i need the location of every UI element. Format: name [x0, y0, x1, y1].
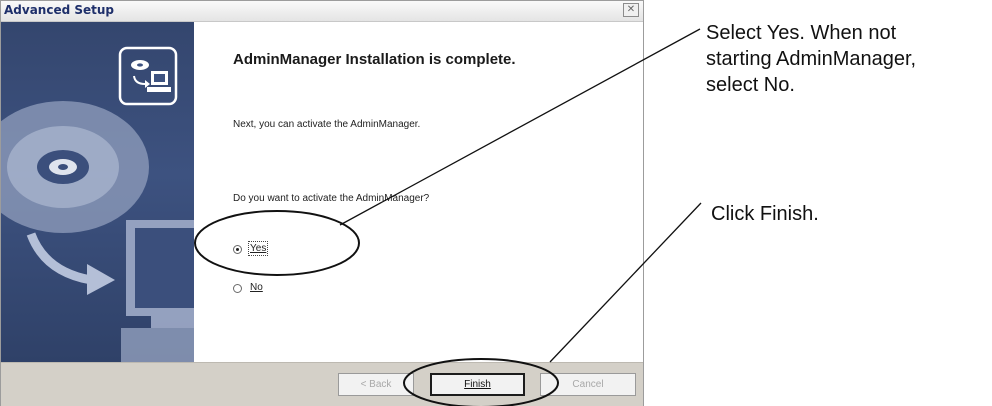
no-radio[interactable]: [233, 284, 242, 293]
window-title: Advanced Setup: [4, 3, 115, 17]
click-finish-callout: Click Finish.: [711, 203, 819, 225]
select-yes-callout: Select Yes. When not starting AdminManag…: [706, 20, 916, 98]
activate-description: Next, you can activate the AdminManager.: [233, 119, 421, 130]
close-icon[interactable]: ✕: [623, 3, 639, 17]
cd-icon: [1, 101, 149, 233]
title-bar[interactable]: Advanced Setup ✕: [1, 1, 643, 22]
cancel-button[interactable]: Cancel: [540, 373, 636, 396]
select-yes-line-1: Select Yes. When not: [706, 22, 897, 44]
monitor-icon: [121, 220, 194, 362]
arrow-icon: [26, 232, 115, 295]
setup-dialog: Advanced Setup ✕ AdminManager Installati…: [0, 0, 644, 406]
finish-button-label: Finish: [464, 379, 491, 390]
select-yes-line-3: select No.: [706, 74, 795, 96]
back-button[interactable]: < Back: [338, 373, 414, 396]
side-art-panel: [1, 22, 194, 362]
yes-radio[interactable]: [233, 245, 242, 254]
select-yes-line-2: starting AdminManager,: [706, 48, 917, 70]
finish-button[interactable]: Finish: [430, 373, 525, 396]
yes-radio-label[interactable]: Yes: [247, 241, 269, 256]
page-title: AdminManager Installation is complete.: [233, 51, 516, 68]
setup-computer-icon: [118, 46, 178, 106]
activate-question: Do you want to activate the AdminManager…: [233, 193, 430, 204]
no-radio-label[interactable]: No: [250, 282, 263, 293]
